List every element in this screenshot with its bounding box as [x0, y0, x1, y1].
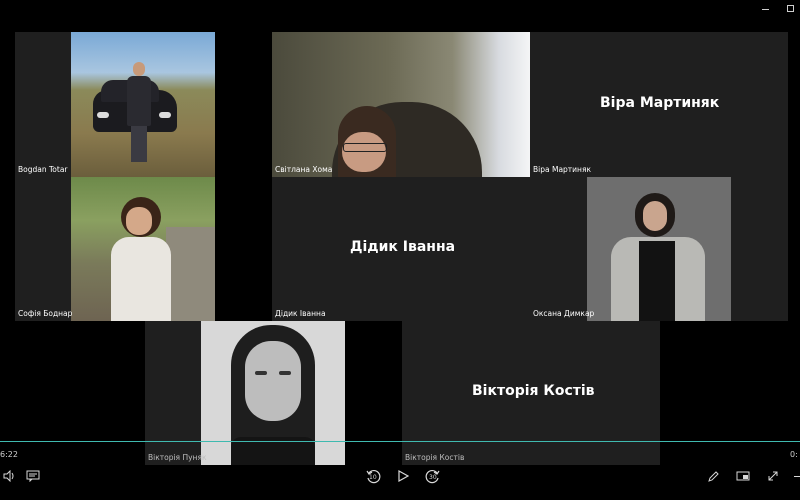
participant-tile-vira-martyniak: Віра Мартиняк Віра Мартиняк — [530, 32, 788, 177]
participant-name-label: Оксана Димкар — [533, 309, 595, 318]
participant-name-label: Віра Мартиняк — [533, 165, 591, 174]
skip-forward-button[interactable]: 30 — [424, 467, 442, 485]
participant-video — [201, 321, 345, 465]
elapsed-time: 6:22 — [0, 450, 18, 459]
participant-video — [272, 32, 530, 177]
mini-view-icon — [736, 471, 750, 481]
play-icon — [398, 470, 409, 482]
participant-name-label: Вікторія Пуняк — [148, 453, 207, 462]
skip-forward-seconds: 30 — [429, 474, 437, 481]
skip-back-seconds: 10 — [369, 474, 377, 481]
edit-button[interactable] — [704, 467, 722, 485]
participant-big-name: Віра Мартиняк — [600, 95, 720, 111]
participant-video — [587, 177, 731, 321]
participant-tile-oksana-dymkar: Оксана Димкар — [530, 177, 788, 321]
captions-icon — [26, 470, 40, 482]
mini-view-button[interactable] — [734, 467, 752, 485]
more-icon — [794, 475, 800, 477]
volume-button[interactable] — [0, 467, 18, 485]
participant-tile-svitlana-khoma: Світлана Хома — [272, 32, 530, 177]
minimize-icon — [762, 9, 769, 10]
participant-tile-viktoriia-puniak: Вікторія Пуняк — [145, 321, 345, 465]
pencil-icon — [707, 470, 719, 482]
participant-tile-bogdan-totar: Bogdan Totar — [15, 32, 215, 177]
participant-name-label: Вікторія Костів — [405, 453, 465, 462]
remaining-time: 0: — [790, 450, 798, 459]
restore-icon — [787, 5, 794, 12]
participant-video — [71, 32, 215, 177]
participant-big-name: Дідик Іванна — [350, 239, 456, 255]
participant-tile-sofiia-bodnar: Софія Боднар — [15, 177, 215, 321]
timeline-scrubber[interactable] — [0, 441, 800, 442]
participant-tile-didyk-ivanna: Дідик Іванна Дідик Іванна — [272, 177, 530, 321]
more-options-button[interactable] — [788, 467, 800, 485]
participant-name-label: Bogdan Totar — [18, 165, 68, 174]
participant-tile-viktoriia-kostiv: Вікторія Костів Вікторія Костів — [402, 321, 660, 465]
skip-back-button[interactable]: 10 — [364, 467, 382, 485]
restore-button[interactable] — [784, 3, 796, 13]
captions-button[interactable] — [24, 467, 42, 485]
expand-icon — [768, 471, 778, 481]
participant-name-label: Дідик Іванна — [275, 309, 326, 318]
participant-big-name: Вікторія Костів — [472, 383, 595, 399]
participant-name-label: Софія Боднар — [18, 309, 73, 318]
volume-icon — [3, 470, 14, 482]
minimize-button[interactable] — [760, 4, 772, 14]
participant-video — [71, 177, 215, 321]
play-button[interactable] — [394, 467, 412, 485]
participant-name-label: Світлана Хома — [275, 165, 333, 174]
fullscreen-button[interactable] — [764, 467, 782, 485]
